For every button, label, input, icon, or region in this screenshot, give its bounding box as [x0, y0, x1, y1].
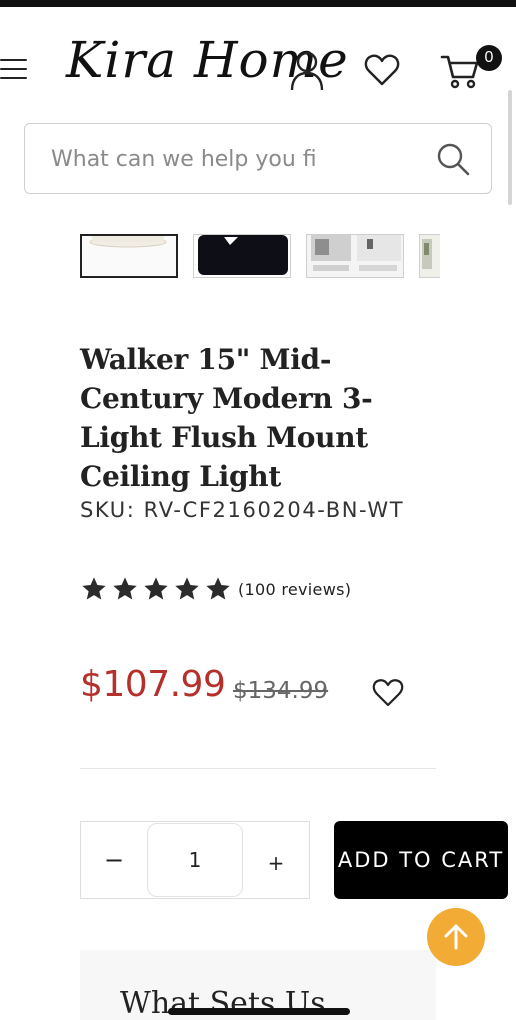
cart-count-badge: 0 — [476, 45, 502, 71]
product-thumbnails — [80, 234, 440, 280]
search-icon[interactable] — [435, 141, 471, 177]
sale-price: $107.99 — [80, 664, 226, 705]
lifestyle-thumbnail[interactable] — [306, 234, 404, 278]
video-thumbnail[interactable] — [193, 234, 291, 278]
product-rating[interactable]: (100 reviews) — [80, 574, 351, 604]
reviews-count-link[interactable]: (100 reviews) — [238, 580, 351, 599]
star-rating — [80, 575, 232, 603]
room-thumbnail[interactable] — [419, 234, 440, 278]
quantity-decrease-button[interactable]: − — [81, 822, 147, 898]
quantity-stepper: − + — [80, 821, 310, 899]
scrollbar[interactable] — [508, 90, 512, 205]
cart-icon[interactable] — [440, 51, 480, 91]
hamburger-menu-icon[interactable] — [0, 59, 30, 85]
home-indicator — [168, 1008, 350, 1015]
search-bar — [24, 123, 492, 194]
star-icon — [144, 577, 168, 600]
room-image — [420, 235, 440, 277]
search-input[interactable] — [51, 138, 351, 180]
divider — [80, 768, 436, 769]
quantity-input[interactable] — [147, 823, 243, 897]
status-bar — [0, 0, 516, 7]
heart-icon[interactable] — [364, 53, 400, 87]
star-icon — [82, 577, 106, 600]
product-sku: SKU: RV-CF2160204-BN-WT — [80, 498, 405, 522]
heart-icon[interactable] — [372, 678, 404, 708]
flush-mount-light-thumbnail[interactable] — [80, 234, 178, 278]
site-header: Kira Home 0 — [0, 7, 516, 119]
ceiling-light-image — [82, 236, 176, 276]
lifestyle-image — [307, 235, 403, 277]
arrow-up-icon — [444, 924, 468, 950]
star-icon — [113, 577, 137, 600]
back-to-top-button[interactable] — [427, 908, 485, 966]
quantity-increase-button[interactable]: + — [243, 822, 309, 898]
compare-at-price: $134.99 — [233, 678, 329, 704]
user-icon[interactable] — [290, 51, 324, 91]
star-icon — [175, 577, 199, 600]
add-to-cart-button[interactable]: ADD TO CART — [334, 821, 508, 899]
star-icon — [206, 577, 230, 600]
play-icon — [194, 235, 290, 277]
product-title: Walker 15" Mid-Century Modern 3-Light Fl… — [80, 343, 373, 493]
